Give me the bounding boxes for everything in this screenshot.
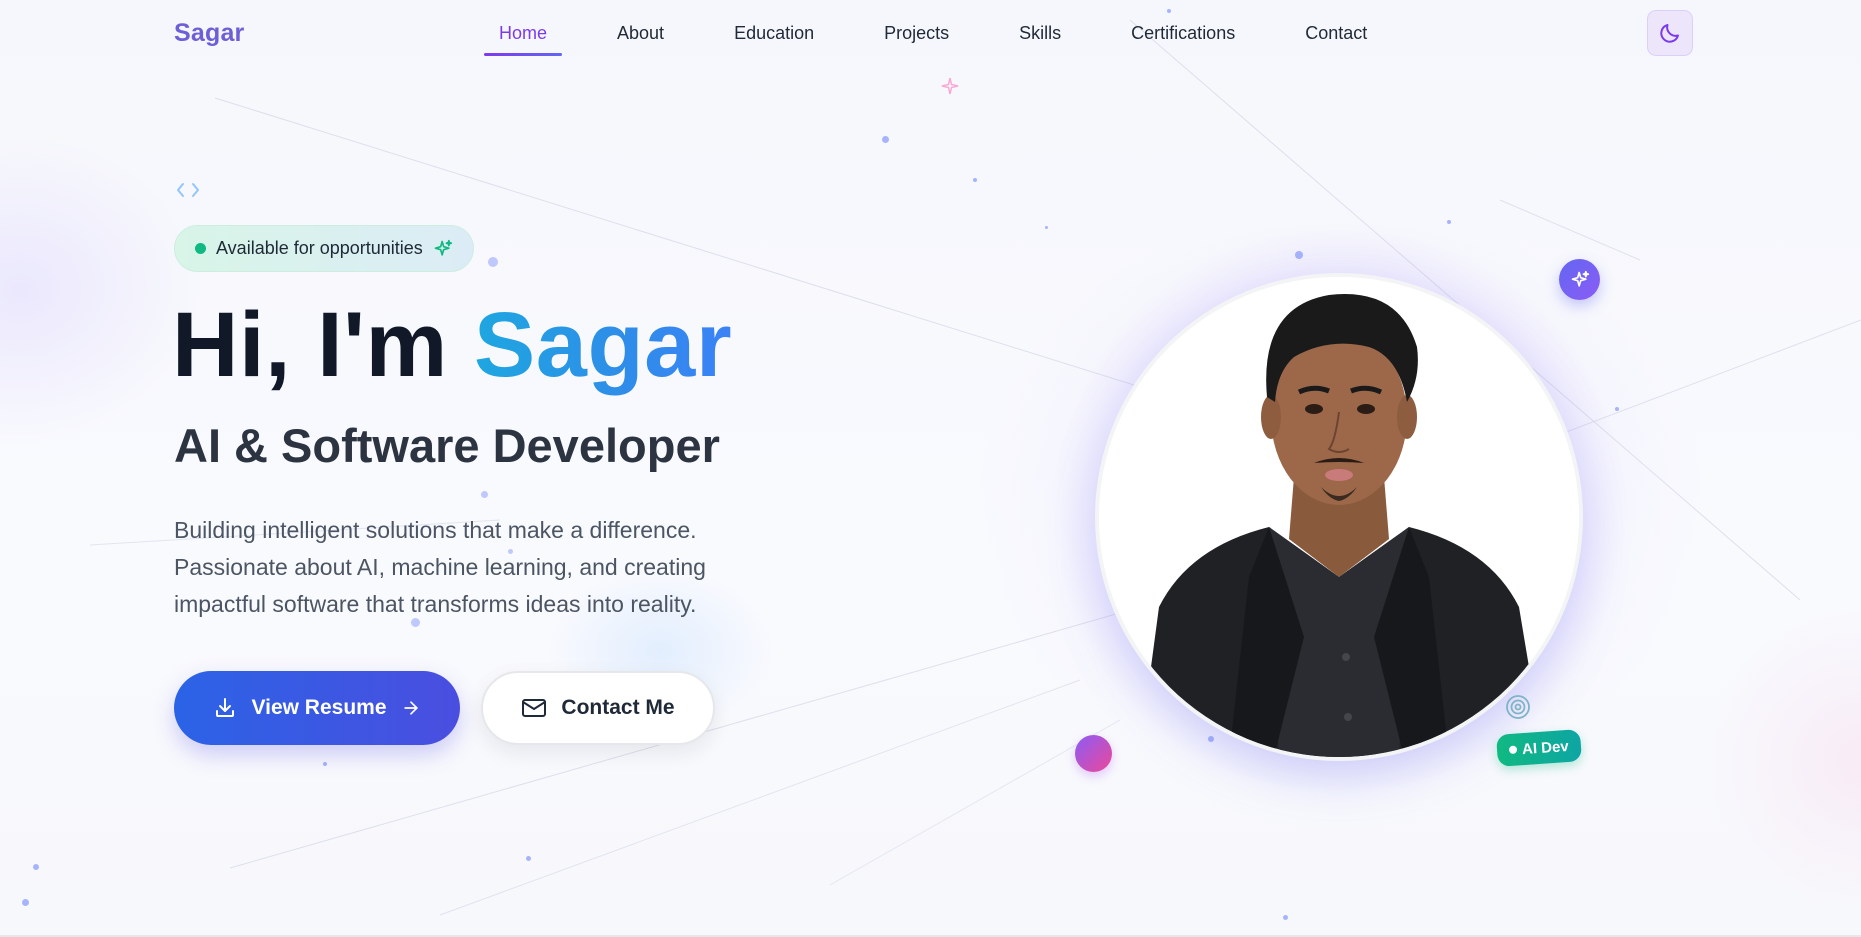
nav-link-skills[interactable]: Skills [1004, 0, 1076, 56]
particle-dot [481, 491, 488, 498]
particle-dot [526, 856, 531, 861]
particle-dot [1447, 220, 1451, 224]
site-logo[interactable]: Sagar [174, 19, 244, 48]
view-resume-button[interactable]: View Resume [174, 671, 460, 745]
moon-icon [1660, 24, 1679, 43]
theme-toggle-button[interactable] [1647, 10, 1693, 56]
flower-sparkle-icon [941, 77, 959, 95]
hero-heading: Hi, I'm Sagar [172, 290, 732, 400]
nav-link-education[interactable]: Education [719, 0, 829, 56]
nav-link-home[interactable]: Home [484, 0, 563, 56]
contact-me-button[interactable]: Contact Me [481, 671, 715, 745]
ai-dev-tag: AI Dev [1495, 729, 1582, 767]
particle-dot [488, 257, 498, 267]
availability-badge: Available for opportunities [174, 225, 474, 272]
hero-greeting: Hi, I'm [172, 294, 474, 396]
code-icon [177, 183, 199, 197]
top-navigation: Sagar Home About Education Projects Skil… [0, 0, 1861, 66]
status-dot [195, 243, 206, 254]
nav-link-certifications[interactable]: Certifications [1116, 0, 1250, 56]
nav-links: Home About Education Projects Skills Cer… [484, 0, 1422, 56]
sparkles-badge-icon [1559, 259, 1600, 300]
view-resume-label: View Resume [251, 696, 387, 719]
profile-photo [1099, 277, 1579, 757]
ai-dev-label: AI Dev [1521, 737, 1570, 758]
hero-subtitle: AI & Software Developer [174, 419, 720, 472]
target-icon [1506, 695, 1530, 719]
nav-link-contact[interactable]: Contact [1290, 0, 1382, 56]
particle-dot [1045, 226, 1048, 229]
arrow-right-icon [401, 698, 421, 718]
particle-dot [973, 178, 977, 182]
mail-icon [521, 697, 547, 719]
particle-dot [882, 136, 889, 143]
availability-text: Available for opportunities [216, 238, 423, 258]
nav-link-about[interactable]: About [602, 0, 679, 56]
download-icon [213, 696, 237, 720]
profile-photo-illustration [1099, 277, 1579, 757]
particle-dot [22, 899, 29, 906]
decorative-orb [1075, 735, 1112, 772]
particle-dot [1283, 915, 1288, 920]
sparkles-icon [433, 239, 453, 259]
page: Sagar Home About Education Projects Skil… [0, 0, 1861, 937]
particle-dot [323, 762, 327, 766]
particle-dot [33, 864, 39, 870]
hero-description: Building intelligent solutions that make… [174, 517, 706, 617]
nav-link-projects[interactable]: Projects [869, 0, 964, 56]
contact-me-label: Contact Me [561, 696, 675, 719]
tag-dot [1508, 745, 1518, 755]
hero-name: Sagar [473, 294, 733, 396]
